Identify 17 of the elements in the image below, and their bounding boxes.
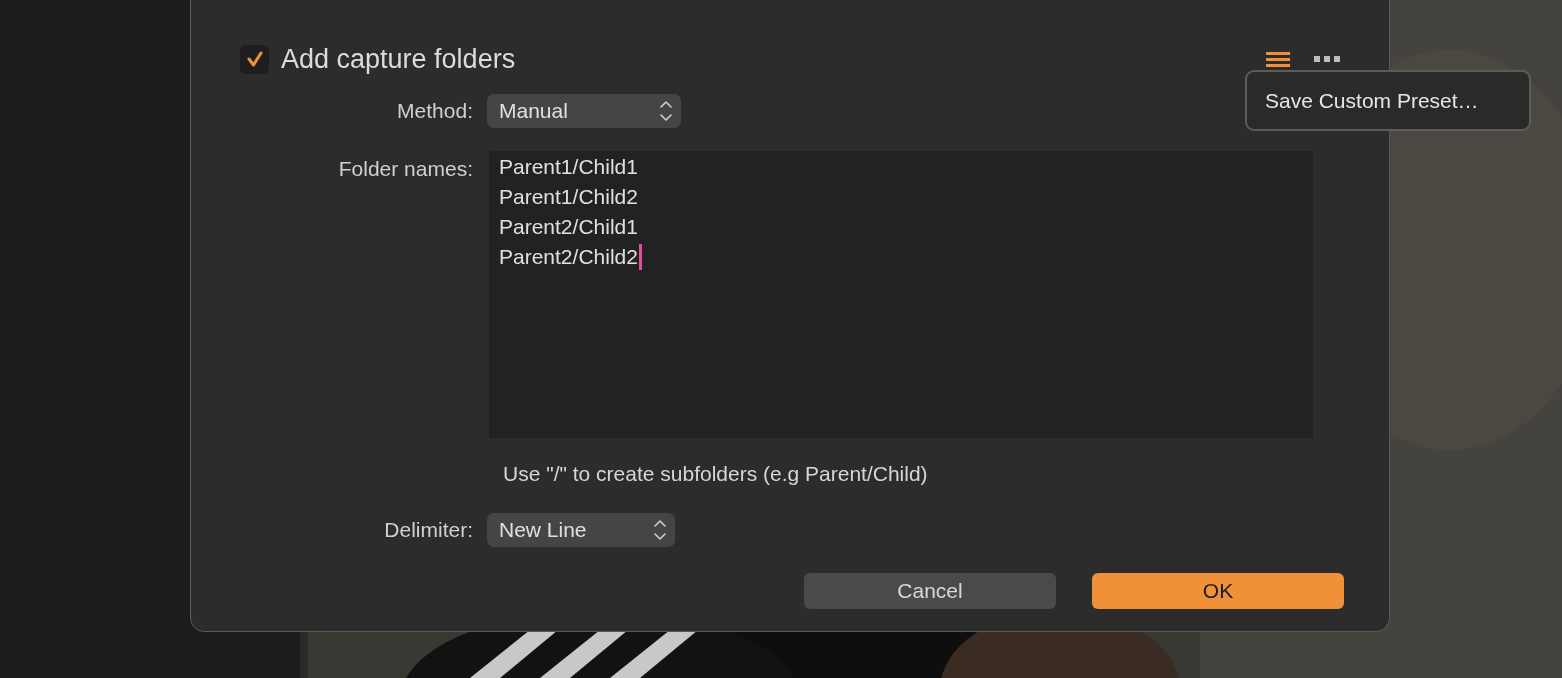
method-label: Method: [397, 98, 473, 125]
up-down-chevron-icon [653, 517, 667, 542]
checkmark-icon [245, 50, 264, 68]
up-down-chevron-icon [659, 99, 673, 123]
ok-button[interactable]: OK [1092, 572, 1344, 609]
menu-item[interactable]: Save Custom Preset… [1265, 84, 1479, 117]
method-select[interactable]: Manual [487, 94, 681, 128]
checkbox-label: Add capture folders [281, 42, 516, 76]
delimiter-label: Delimiter: [384, 516, 473, 543]
menu-icon[interactable] [1266, 52, 1290, 68]
cancel-button[interactable]: Cancel [804, 572, 1056, 609]
hint-text: Use "/" to create subfolders (e.g Parent/Child) [503, 462, 928, 485]
more-options-icon[interactable] [1314, 56, 1340, 62]
delimiter-select[interactable]: New Line [487, 512, 675, 547]
folder-names-label: Folder names: [338, 156, 473, 182]
checkbox[interactable] [240, 44, 269, 74]
folder-names-field[interactable]: Parent1/Child1 Parent1/Child2 Parent2/Child1 Parent2/Child2 [489, 151, 1313, 438]
